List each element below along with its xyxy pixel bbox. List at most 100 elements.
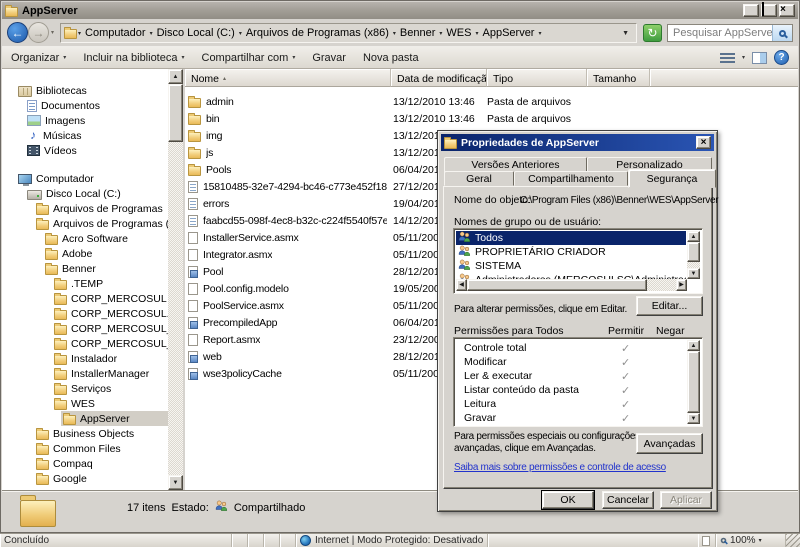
resize-grip[interactable] xyxy=(786,534,800,547)
scroll-down-icon[interactable]: ▼ xyxy=(687,268,700,279)
sidebar-item-disco-local-c[interactable]: Disco Local (C:) xyxy=(2,186,168,201)
minimize-button[interactable] xyxy=(743,4,759,17)
change-view-dropdown-icon[interactable]: ▾ xyxy=(742,54,745,61)
sidebar-item-musicas[interactable]: ♪Músicas xyxy=(2,128,168,143)
column-header-type[interactable]: Tipo xyxy=(487,69,587,87)
edit-button[interactable]: Editar... xyxy=(636,296,703,316)
sidebar-item-corp-mercosul[interactable]: CORP_MERCOSUL xyxy=(2,291,168,306)
address-dropdown-icon[interactable]: ▼ xyxy=(618,30,633,37)
sidebar-item-arquivos-de-programas-x86[interactable]: Arquivos de Programas (x86) xyxy=(2,216,168,231)
folder-icon xyxy=(36,430,49,440)
advanced-button[interactable]: Avançadas xyxy=(636,433,703,454)
zoom-control[interactable]: 100% ▾ xyxy=(716,534,786,547)
file-row-admin[interactable]: admin13/12/2010 13:46Pasta de arquivos xyxy=(185,93,798,110)
search-button[interactable] xyxy=(772,25,792,41)
status-cell xyxy=(232,534,248,547)
scrollbar-thumb[interactable] xyxy=(687,351,700,413)
sidebar-item-acro-software[interactable]: Acro Software xyxy=(2,231,168,246)
file-row-bin[interactable]: bin13/12/2010 13:46Pasta de arquivos xyxy=(185,110,798,127)
group-user-listbox[interactable]: TodosPROPRIETÁRIO CRIADORSISTEMAAdminist… xyxy=(453,228,703,294)
tree-item-content: Acro Software xyxy=(43,231,132,246)
sidebar-item-benner[interactable]: Benner xyxy=(2,261,168,276)
sidebar-item-business-objects[interactable]: Business Objects xyxy=(2,426,168,441)
toolbar-organizar[interactable]: Organizar▾ xyxy=(11,52,66,64)
breadcrumb[interactable]: ▾ Computador▾Disco Local (C:)▾Arquivos d… xyxy=(60,23,637,43)
toolbar-compartilhar-com[interactable]: Compartilhar com▾ xyxy=(202,52,296,64)
scroll-down-icon[interactable]: ▼ xyxy=(687,413,700,424)
file-date: 13/12/2010 13:46 xyxy=(391,113,487,125)
sidebar-item-adobe[interactable]: Adobe xyxy=(2,246,168,261)
user-list-vscrollbar[interactable]: ▲ ▼ xyxy=(687,231,700,279)
cancel-button[interactable]: Cancelar xyxy=(602,491,654,509)
sidebar-item-servicos[interactable]: Serviços xyxy=(2,381,168,396)
dialog-close-icon[interactable]: × xyxy=(696,136,711,149)
breadcrumb-item-wes[interactable]: WES xyxy=(443,27,474,39)
toolbar-gravar[interactable]: Gravar xyxy=(312,52,346,64)
tab-compartilhamento[interactable]: Compartilhamento xyxy=(514,171,628,186)
tree-item-content: CORP_MERCOSUL_TESTE xyxy=(52,321,168,336)
sidebar-item-instalador[interactable]: Instalador xyxy=(2,351,168,366)
help-icon[interactable]: ? xyxy=(774,50,789,65)
sidebar-item-arquivos-de-programas[interactable]: Arquivos de Programas xyxy=(2,201,168,216)
close-button[interactable]: × xyxy=(779,4,795,17)
scrollbar-thumb[interactable] xyxy=(687,242,700,262)
permission-label: Modificar xyxy=(464,356,507,368)
tab-geral[interactable]: Geral xyxy=(444,171,514,186)
scrollbar-thumb[interactable] xyxy=(168,84,183,142)
column-header-size[interactable]: Tamanho xyxy=(587,69,650,87)
breadcrumb-item-arquivos-de-programas-x86[interactable]: Arquivos de Programas (x86) xyxy=(243,27,392,39)
column-header-name[interactable]: Nome ▴ xyxy=(185,69,391,87)
back-button[interactable]: ← xyxy=(7,22,28,43)
sidebar-item-bibliotecas[interactable]: Bibliotecas xyxy=(2,83,168,98)
sidebar-item-corp-mercosul-report[interactable]: CORP_MERCOSUL.Report xyxy=(2,306,168,321)
user-list-hscrollbar[interactable]: ◀ ▶ xyxy=(456,279,687,291)
change-view-icon[interactable] xyxy=(720,53,735,64)
breadcrumb-item-disco-local-c[interactable]: Disco Local (C:) xyxy=(154,27,238,39)
scroll-up-icon[interactable]: ▲ xyxy=(168,69,183,84)
user-item-sistema[interactable]: SISTEMA xyxy=(456,259,686,273)
sidebar-item-corp-mercosul-teste[interactable]: CORP_MERCOSUL_TESTE. xyxy=(2,336,168,351)
scroll-right-icon[interactable]: ▶ xyxy=(676,279,687,291)
refresh-button[interactable]: ↻ xyxy=(643,24,662,42)
dialog-title-bar: Propriedades de AppServer × xyxy=(441,134,714,151)
sidebar-item-corp-mercosul-teste[interactable]: CORP_MERCOSUL_TESTE xyxy=(2,321,168,336)
sidebar-item-imagens[interactable]: Imagens xyxy=(2,113,168,128)
advanced-hint-line2: avançadas, clique em Avançadas. xyxy=(454,443,596,454)
preview-pane-icon[interactable] xyxy=(752,52,767,64)
forward-button[interactable]: → xyxy=(28,22,49,43)
scroll-up-icon[interactable]: ▲ xyxy=(687,231,700,242)
apply-button[interactable]: Aplicar xyxy=(660,491,712,509)
sidebar-item-temp[interactable]: .TEMP xyxy=(2,276,168,291)
sidebar-item-documentos[interactable]: Documentos xyxy=(2,98,168,113)
nav-history-chevron-icon[interactable]: ▾ xyxy=(51,29,54,36)
sidebar-item-videos[interactable]: Vídeos xyxy=(2,143,168,158)
ok-button[interactable]: OK xyxy=(542,491,594,509)
scroll-up-icon[interactable]: ▲ xyxy=(687,340,700,351)
sidebar-item-appserver[interactable]: AppServer xyxy=(2,411,168,426)
scrollbar-thumb[interactable] xyxy=(467,279,647,291)
toolbar-nova-pasta[interactable]: Nova pasta xyxy=(363,52,419,64)
breadcrumb-item-benner[interactable]: Benner xyxy=(397,27,438,39)
scroll-down-icon[interactable]: ▼ xyxy=(168,475,183,490)
search-input[interactable]: Pesquisar AppServer xyxy=(667,24,793,42)
user-item-todos[interactable]: Todos xyxy=(456,231,686,245)
breadcrumb-item-appserver[interactable]: AppServer xyxy=(480,27,538,39)
maximize-button[interactable] xyxy=(761,4,777,17)
learn-more-link[interactable]: Saiba mais sobre permissões e controle d… xyxy=(454,462,666,473)
deny-label: Negar xyxy=(656,325,685,337)
tab-seguranca[interactable]: Segurança xyxy=(628,169,716,188)
permissions-vscrollbar[interactable]: ▲ ▼ xyxy=(687,340,700,424)
sidebar-item-common-files[interactable]: Common Files xyxy=(2,441,168,456)
column-header-date[interactable]: Data de modificação xyxy=(391,69,487,87)
sidebar-item-computador[interactable]: Computador xyxy=(2,171,168,186)
sidebar-item-compaq[interactable]: Compaq xyxy=(2,456,168,471)
toolbar-incluir-na-biblioteca[interactable]: Incluir na biblioteca▾ xyxy=(83,52,184,64)
sidebar-item-installermanager[interactable]: InstallerManager xyxy=(2,366,168,381)
scroll-left-icon[interactable]: ◀ xyxy=(456,279,467,291)
user-item-proprietario-criador[interactable]: PROPRIETÁRIO CRIADOR xyxy=(456,245,686,259)
sidebar-scrollbar[interactable]: ▲ ▼ xyxy=(168,69,183,490)
sort-ascending-icon: ▴ xyxy=(223,75,226,82)
sidebar-item-google[interactable]: Google xyxy=(2,471,168,486)
breadcrumb-item-computador[interactable]: Computador xyxy=(82,27,149,39)
sidebar-item-wes[interactable]: WES xyxy=(2,396,168,411)
